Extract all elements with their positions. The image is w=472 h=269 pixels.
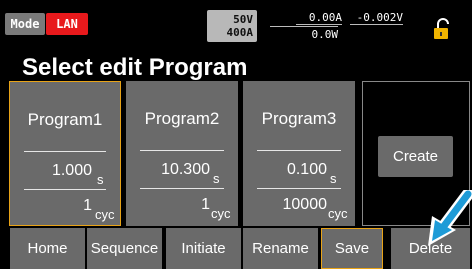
- program-time: 0.100: [286, 161, 327, 178]
- home-button[interactable]: Home: [10, 228, 85, 269]
- divider: [24, 189, 106, 190]
- voltage-reading: -0.002V: [356, 11, 403, 24]
- cycle-unit: cyc: [95, 207, 115, 222]
- program-cycles: 1: [83, 197, 92, 214]
- program-time: 1.000: [51, 162, 92, 179]
- program-card-2[interactable]: Program2 10.300 s 1 cyc: [126, 81, 238, 226]
- range-indicator: 50V 400A: [207, 10, 257, 42]
- program-time: 10.300: [161, 161, 210, 178]
- divider: [140, 188, 224, 189]
- pointer-arrow-icon: [428, 190, 472, 246]
- current-reading: 0.00A: [308, 11, 342, 24]
- lock-icon[interactable]: [432, 18, 452, 40]
- program-cycles: 1: [201, 196, 210, 213]
- time-unit: s: [330, 171, 337, 186]
- sequence-button[interactable]: Sequence: [87, 228, 162, 269]
- program-name: Program3: [261, 109, 337, 128]
- initiate-button[interactable]: Initiate: [166, 228, 241, 269]
- program-card-3[interactable]: Program3 0.100 s 10000 cyc: [243, 81, 355, 226]
- program-name: Program2: [144, 109, 220, 128]
- page-title: Select edit Program: [22, 54, 248, 81]
- divider: [257, 150, 341, 151]
- divider: [257, 188, 341, 189]
- current-underline: [296, 24, 342, 25]
- cycle-unit: cyc: [328, 206, 348, 221]
- mode-button[interactable]: Mode: [5, 13, 45, 35]
- lan-indicator: LAN: [46, 13, 88, 35]
- power-reading: 0.0W: [270, 26, 338, 41]
- divider: [24, 151, 106, 152]
- program-card-1[interactable]: Program1 1.000 s 1 cyc: [9, 81, 121, 226]
- time-unit: s: [97, 172, 104, 187]
- rename-button[interactable]: Rename: [243, 228, 318, 269]
- save-button[interactable]: Save: [321, 228, 383, 269]
- create-button[interactable]: Create: [378, 136, 453, 177]
- voltage-range: 50V: [233, 13, 253, 26]
- voltage-underline: [350, 24, 403, 25]
- cycle-unit: cyc: [211, 206, 231, 221]
- program-cycles: 10000: [282, 196, 328, 213]
- time-unit: s: [213, 171, 220, 186]
- program-name: Program1: [27, 110, 103, 129]
- divider: [140, 150, 224, 151]
- current-range: 400A: [226, 26, 254, 39]
